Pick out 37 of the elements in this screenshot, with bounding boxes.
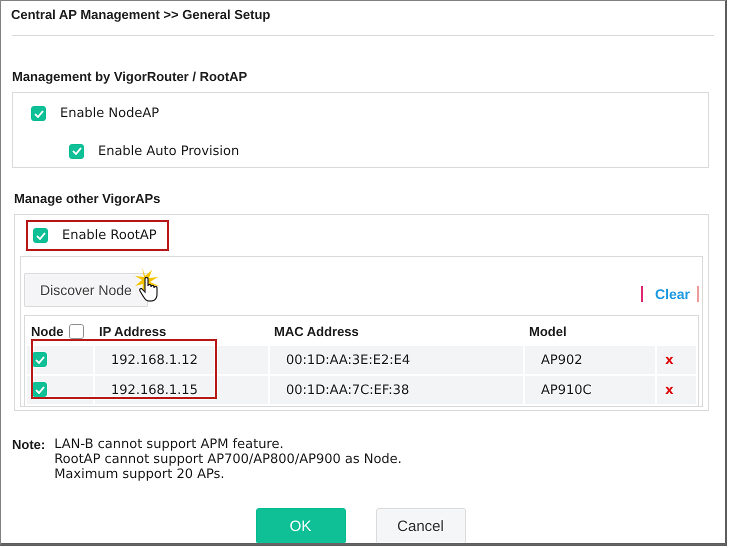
clear-link[interactable]: Clear	[652, 286, 693, 302]
checkbox-label: Enable RootAP	[62, 228, 157, 243]
checkbox-label: Enable NodeAP	[60, 106, 160, 121]
table-cell: 00:1D:AA:7C:EF:38	[286, 382, 410, 398]
note-label: Note:	[12, 437, 46, 454]
column-header: Model	[529, 324, 567, 338]
note-text: Maximum support 20 APs.	[54, 467, 226, 482]
check-icon	[36, 232, 46, 240]
discover-button[interactable]: Discover Node	[24, 273, 148, 307]
note-text: LAN-B cannot support APM feature.	[54, 437, 285, 452]
checkbox[interactable]	[32, 352, 47, 368]
window-title: Central AP Management >> General Setup	[11, 7, 272, 24]
checkbox[interactable]	[31, 106, 46, 121]
table-cell: AP910C	[541, 382, 592, 398]
cancel-button[interactable]: Cancel	[376, 508, 466, 543]
note-text: RootAP cannot support AP700/AP800/AP900 as Node.	[54, 452, 402, 467]
column-header: Node	[31, 324, 64, 338]
section-heading: Manage other VigorAPs	[14, 191, 160, 206]
column-header: MAC Address	[274, 324, 359, 338]
table-cell: 192.168.1.15	[111, 382, 198, 398]
table-cell: 00:1D:AA:3E:E2:E4	[286, 352, 410, 368]
checkbox[interactable]	[68, 324, 84, 338]
ok-button[interactable]: OK	[256, 508, 346, 543]
check-icon	[34, 386, 44, 394]
checkbox-label: Enable Auto Provision	[98, 144, 240, 158]
check-icon	[72, 147, 82, 155]
checkbox[interactable]	[33, 228, 48, 243]
check-icon	[34, 356, 44, 364]
table-cell: AP902	[541, 352, 583, 368]
column-header: IP Address	[99, 324, 166, 338]
delete-link[interactable]: x	[665, 352, 674, 368]
section-heading: Management by VigorRouter / RootAP	[12, 69, 248, 84]
delete-link[interactable]: x	[665, 382, 674, 398]
check-icon	[34, 110, 44, 118]
table-cell: 192.168.1.12	[111, 352, 198, 368]
checkbox[interactable]	[69, 144, 84, 158]
checkbox[interactable]	[32, 382, 47, 398]
